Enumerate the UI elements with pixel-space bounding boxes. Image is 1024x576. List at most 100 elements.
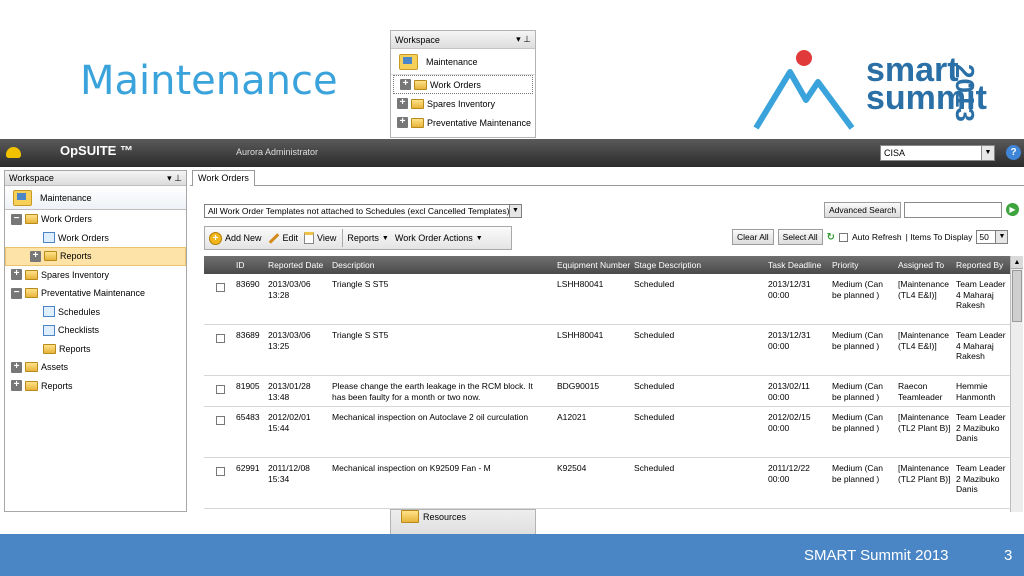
column-header[interactable]: ID bbox=[236, 260, 245, 270]
reports-menu[interactable]: Reports ▼ bbox=[347, 233, 394, 243]
floating-item-label: Preventative Maintenance bbox=[427, 117, 532, 128]
table-cell-stage: Scheduled bbox=[634, 279, 675, 289]
floating-item-work-orders[interactable]: + Work Orders bbox=[393, 75, 533, 94]
app-top-bar: OpSUITE ™ Aurora Administrator CISA ▼ ? bbox=[0, 139, 1024, 167]
table-cell-equip: LSHH80041 bbox=[557, 330, 604, 340]
tree-item[interactable]: Checklists bbox=[5, 321, 186, 340]
table-cell-desc: Please change the earth leakage in the R… bbox=[332, 381, 533, 402]
collapse-icon[interactable]: − bbox=[11, 287, 22, 299]
column-header[interactable]: Priority bbox=[832, 260, 858, 270]
table-cell-reported-by: Team Leader 4 Maharaj Rakesh bbox=[956, 279, 1006, 310]
column-header[interactable]: Reported Date bbox=[268, 260, 323, 270]
table-row[interactable]: 81905 2013/01/28 13:48 Please change the e… bbox=[204, 376, 1010, 407]
floating-workspace-header[interactable]: Workspace ▾ ⊥ bbox=[391, 31, 535, 49]
table-cell-reported-by: Team Leader 2 Mazibuko Danis bbox=[956, 412, 1006, 443]
column-header[interactable]: Reported By bbox=[956, 260, 1003, 270]
folder-icon bbox=[25, 288, 38, 299]
slide-title: Maintenance bbox=[80, 58, 338, 104]
table-row[interactable]: 62991 2011/12/08 15:34 Mechanical inspecti… bbox=[204, 458, 1010, 509]
scroll-up-icon[interactable]: ▲ bbox=[1011, 256, 1023, 269]
view-document-icon bbox=[304, 232, 315, 244]
expand-icon[interactable]: + bbox=[11, 269, 22, 281]
floating-maintenance-item[interactable]: Maintenance bbox=[391, 49, 535, 75]
table-cell-stage: Scheduled bbox=[634, 463, 675, 473]
column-header[interactable]: Stage Description bbox=[634, 260, 701, 270]
column-header[interactable]: Task Deadline bbox=[768, 260, 821, 270]
clear-all-button[interactable]: Clear All bbox=[732, 229, 774, 245]
tree-item[interactable]: Reports bbox=[5, 340, 186, 359]
chevron-down-icon[interactable]: ▼ bbox=[509, 205, 521, 217]
work-orders-table: ID Reported Date Description Equipment Numb… bbox=[204, 256, 1010, 512]
row-checkbox[interactable] bbox=[216, 467, 225, 476]
tenant-select[interactable]: CISA ▼ bbox=[880, 145, 995, 161]
table-header: ID Reported Date Description Equipment Numb… bbox=[204, 256, 1010, 274]
column-header[interactable]: Assigned To bbox=[898, 260, 944, 270]
tree-item-label: Reports bbox=[59, 343, 91, 354]
expand-icon[interactable]: + bbox=[11, 361, 22, 373]
help-icon[interactable]: ? bbox=[1006, 145, 1021, 160]
reports-label: Reports bbox=[347, 233, 379, 243]
tree-item[interactable]: + Spares Inventory bbox=[5, 266, 186, 285]
workspace-header[interactable]: Workspace ▾ ⊥ bbox=[5, 171, 186, 186]
expand-icon[interactable]: + bbox=[400, 79, 411, 90]
floating-maintenance-label: Maintenance bbox=[426, 56, 478, 67]
go-arrow-icon[interactable]: ▶ bbox=[1006, 203, 1019, 216]
tree-item-label: Work Orders bbox=[41, 214, 92, 225]
view-button[interactable]: View bbox=[304, 232, 342, 244]
expand-icon[interactable]: + bbox=[397, 98, 408, 109]
tree-item-label: Reports bbox=[60, 251, 92, 262]
expand-icon[interactable]: + bbox=[397, 117, 408, 128]
edit-button[interactable]: Edit bbox=[268, 232, 305, 244]
row-checkbox[interactable] bbox=[216, 334, 225, 343]
work-order-actions-menu[interactable]: Work Order Actions ▼ bbox=[395, 233, 489, 243]
collapse-icon[interactable]: − bbox=[11, 213, 22, 225]
table-body: 83690 2013/03/06 13:28 Triangle S ST5 LSHH8… bbox=[204, 274, 1010, 509]
table-cell-desc: Triangle S ST5 bbox=[332, 279, 389, 289]
add-new-button[interactable]: + Add New bbox=[209, 231, 268, 245]
table-cell-desc: Triangle S ST5 bbox=[332, 330, 389, 340]
chevron-down-icon[interactable]: ▼ bbox=[995, 231, 1008, 243]
select-all-button[interactable]: Select All bbox=[777, 229, 823, 245]
row-checkbox[interactable] bbox=[216, 385, 225, 394]
advanced-search-button[interactable]: Advanced Search bbox=[824, 202, 902, 218]
items-to-display-select[interactable]: 50 ▼ bbox=[976, 230, 1009, 244]
workspace-maintenance-item[interactable]: Maintenance bbox=[5, 186, 186, 210]
tab-work-orders[interactable]: Work Orders bbox=[192, 170, 255, 186]
row-checkbox[interactable] bbox=[216, 416, 225, 425]
column-header[interactable]: Description bbox=[332, 260, 375, 270]
row-checkbox[interactable] bbox=[216, 283, 225, 292]
table-scrollbar[interactable]: ▲ bbox=[1010, 256, 1023, 512]
expand-icon[interactable]: + bbox=[11, 380, 22, 392]
logo-mountain-icon bbox=[753, 69, 855, 130]
auto-refresh-checkbox[interactable] bbox=[839, 232, 849, 242]
tree-item[interactable]: + Assets bbox=[5, 358, 186, 377]
filter-value: All Work Order Templates not attached to… bbox=[208, 206, 510, 216]
table-row[interactable]: 83690 2013/03/06 13:28 Triangle S ST5 LSHH8… bbox=[204, 274, 1010, 325]
table-cell-id: 62991 bbox=[236, 463, 260, 473]
search-input[interactable] bbox=[904, 202, 1002, 218]
column-header[interactable]: Equipment Number bbox=[557, 260, 630, 270]
tree-item[interactable]: − Preventative Maintenance bbox=[5, 284, 186, 303]
tree-item[interactable]: + Reports bbox=[5, 377, 186, 396]
floating-item-preventative-maintenance[interactable]: + Preventative Maintenance bbox=[391, 113, 535, 132]
expand-icon[interactable]: + bbox=[30, 250, 41, 262]
table-row[interactable]: 65483 2012/02/01 15:44 Mechanical inspecti… bbox=[204, 407, 1010, 458]
tree-item[interactable]: Schedules bbox=[5, 303, 186, 322]
table-cell-id: 83689 bbox=[236, 330, 260, 340]
pin-icon[interactable]: ▾ ⊥ bbox=[516, 34, 531, 45]
pin-icon[interactable]: ▾ ⊥ bbox=[167, 173, 182, 184]
tree-item[interactable]: + Reports bbox=[5, 247, 186, 266]
table-cell-desc: Mechanical inspection on K92509 Fan - M bbox=[332, 463, 491, 473]
chevron-down-icon[interactable]: ▼ bbox=[981, 146, 994, 160]
floating-item-spares-inventory[interactable]: + Spares Inventory bbox=[391, 94, 535, 113]
floating-item-resources[interactable]: Resources bbox=[401, 510, 466, 523]
scrollbar-thumb[interactable] bbox=[1012, 270, 1022, 322]
tree-item[interactable]: Work Orders bbox=[5, 229, 186, 248]
table-row[interactable]: 83689 2013/03/06 13:25 Triangle S ST5 LSHH8… bbox=[204, 325, 1010, 376]
folder-icon bbox=[25, 380, 38, 391]
refresh-icon[interactable]: ↻ bbox=[827, 232, 835, 243]
tree-item[interactable]: − Work Orders bbox=[5, 210, 186, 229]
table-cell-stage: Scheduled bbox=[634, 330, 675, 340]
table-cell-assigned: Raecon Teamleader bbox=[898, 381, 943, 402]
filter-select[interactable]: All Work Order Templates not attached to… bbox=[204, 204, 522, 218]
